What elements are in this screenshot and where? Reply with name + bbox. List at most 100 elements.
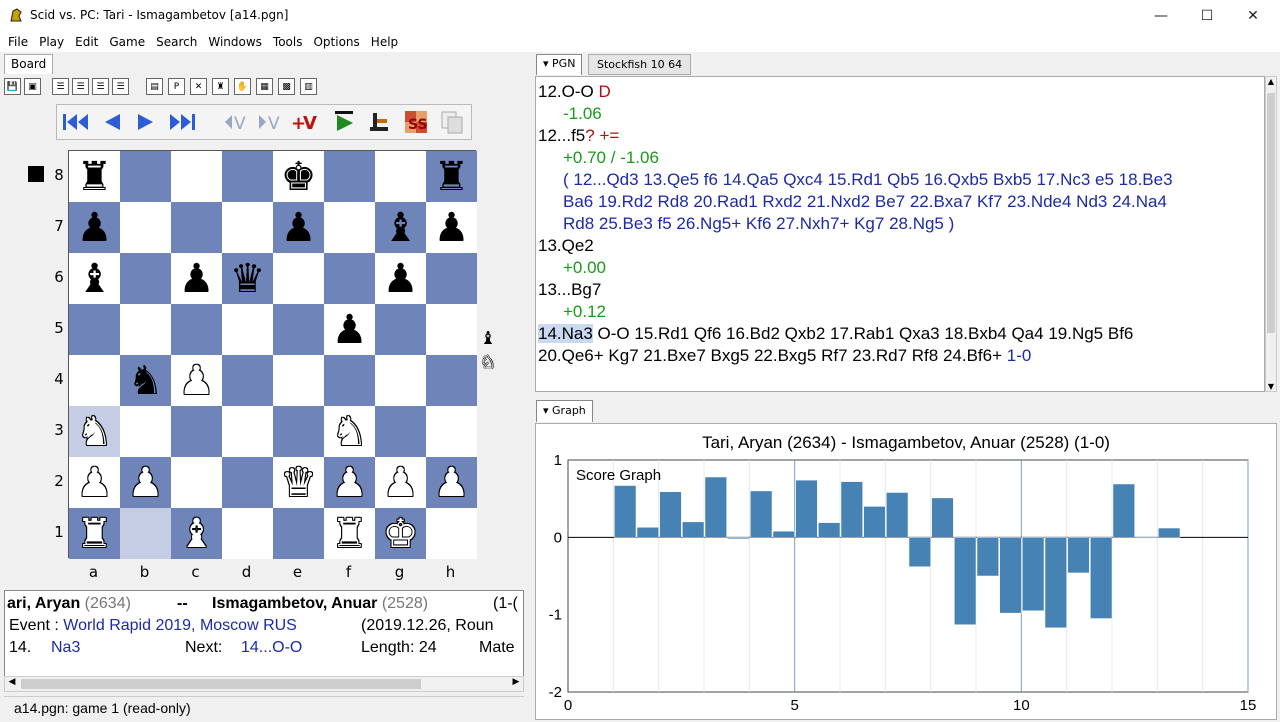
board-tab[interactable]: Board bbox=[4, 54, 54, 74]
pgn-line[interactable]: +0.12 bbox=[563, 301, 606, 323]
pgn-line[interactable]: +0.70 / -1.06 bbox=[563, 147, 659, 169]
square-c2[interactable] bbox=[171, 457, 222, 508]
copy-icon[interactable] bbox=[437, 108, 467, 136]
square-h8[interactable]: ♜ bbox=[426, 151, 477, 202]
menu-options[interactable]: Options bbox=[313, 35, 359, 49]
pgn-text-panel[interactable]: 12.O-O D -1.06 12...f5? += +0.70 / -1.06( 1… bbox=[535, 76, 1265, 392]
black-pawn-icon[interactable]: ♟ bbox=[383, 259, 419, 299]
menu-file[interactable]: File bbox=[8, 35, 28, 49]
square-b4[interactable]: ♞ bbox=[120, 355, 171, 406]
minimize-button[interactable]: — bbox=[1138, 0, 1184, 31]
pgn-scroll-thumb[interactable] bbox=[1267, 93, 1275, 333]
pgn-line[interactable]: +0.00 bbox=[563, 257, 606, 279]
square-f4[interactable] bbox=[324, 355, 375, 406]
square-g7[interactable]: ♝ bbox=[375, 202, 426, 253]
white-player-name[interactable]: ari, Aryan bbox=[7, 595, 80, 612]
white-rook-icon[interactable]: ♜ bbox=[77, 514, 113, 554]
square-b6[interactable] bbox=[120, 253, 171, 304]
white-pawn-icon[interactable]: ♟ bbox=[179, 361, 215, 401]
white-pawn-icon[interactable]: ♟ bbox=[434, 463, 470, 503]
add-variation-icon[interactable]: + V bbox=[289, 108, 323, 136]
square-f6[interactable] bbox=[324, 253, 375, 304]
tree3-icon[interactable]: ☰ bbox=[92, 78, 109, 95]
square-f2[interactable]: ♟ bbox=[324, 457, 375, 508]
square-h6[interactable] bbox=[426, 253, 477, 304]
menu-edit[interactable]: Edit bbox=[75, 35, 98, 49]
white-knight-icon[interactable]: ♞ bbox=[77, 412, 113, 452]
menu-search[interactable]: Search bbox=[156, 35, 197, 49]
square-a2[interactable]: ♟ bbox=[69, 457, 120, 508]
chess-engine-icon[interactable]: SS bbox=[401, 108, 431, 136]
square-e5[interactable] bbox=[273, 304, 324, 355]
square-h4[interactable] bbox=[426, 355, 477, 406]
black-pawn-icon[interactable]: ♟ bbox=[179, 259, 215, 299]
pgn-line[interactable]: 14.Na3 O-O 15.Rd1 Qf6 16.Bd2 Qxb2 17.Rab… bbox=[538, 323, 1133, 345]
square-e3[interactable] bbox=[273, 406, 324, 457]
autoplay-icon[interactable] bbox=[329, 108, 359, 136]
scroll-up-icon[interactable]: ▲ bbox=[1266, 77, 1276, 86]
info-scrollbar[interactable]: ◀ ▶ bbox=[4, 676, 524, 692]
pgn-line[interactable]: ( 12...Qd3 13.Qe5 f6 14.Qa5 Qxc4 15.Rd1 … bbox=[563, 169, 1173, 191]
square-g2[interactable]: ♟ bbox=[375, 457, 426, 508]
menu-game[interactable]: Game bbox=[109, 35, 145, 49]
score-graph-chart[interactable]: Tari, Aryan (2634) - Ismagambetov, Anuar… bbox=[536, 424, 1276, 719]
white-knight-icon[interactable]: ♞ bbox=[332, 412, 368, 452]
forward-icon[interactable] bbox=[131, 108, 161, 136]
chart-icon[interactable]: ▩ bbox=[278, 78, 295, 95]
last-move-icon[interactable] bbox=[165, 108, 199, 136]
black-king-icon[interactable]: ♚ bbox=[281, 157, 317, 197]
square-c8[interactable] bbox=[171, 151, 222, 202]
black-player-name[interactable]: Ismagambetov, Anuar bbox=[212, 595, 377, 612]
square-a3[interactable]: ♞ bbox=[69, 406, 120, 457]
black-rook-icon[interactable]: ♜ bbox=[77, 157, 113, 197]
menu-play[interactable]: Play bbox=[39, 35, 64, 49]
square-a1[interactable]: ♜ bbox=[69, 508, 120, 559]
square-g1[interactable]: ♚ bbox=[375, 508, 426, 559]
tab-graph[interactable]: ▾ Graph bbox=[536, 400, 593, 422]
menu-windows[interactable]: Windows bbox=[208, 35, 262, 49]
pgn-line[interactable]: 13.Qe2 bbox=[538, 235, 594, 257]
tab-stockfish[interactable]: Stockfish 10 64 bbox=[588, 54, 692, 75]
first-move-icon[interactable] bbox=[59, 108, 93, 136]
event-value[interactable]: World Rapid 2019, Moscow RUS bbox=[63, 617, 297, 634]
white-pawn-icon[interactable]: ♟ bbox=[128, 463, 164, 503]
pgn-line[interactable]: -1.06 bbox=[563, 103, 602, 125]
square-d7[interactable] bbox=[222, 202, 273, 253]
square-b7[interactable] bbox=[120, 202, 171, 253]
scroll-left-icon[interactable]: ◀ bbox=[5, 677, 19, 691]
black-pawn-icon[interactable]: ♟ bbox=[281, 208, 317, 248]
square-f1[interactable]: ♜ bbox=[324, 508, 375, 559]
tree4-icon[interactable]: ☰ bbox=[112, 78, 129, 95]
square-e8[interactable]: ♚ bbox=[273, 151, 324, 202]
square-c1[interactable]: ♝ bbox=[171, 508, 222, 559]
square-f7[interactable] bbox=[324, 202, 375, 253]
square-g5[interactable] bbox=[375, 304, 426, 355]
current-move[interactable]: Na3 bbox=[51, 639, 80, 656]
square-a6[interactable]: ♝ bbox=[69, 253, 120, 304]
pgn-icon[interactable]: P bbox=[168, 78, 185, 95]
square-b5[interactable] bbox=[120, 304, 171, 355]
pgn-line[interactable]: 13...Bg7 bbox=[538, 279, 601, 301]
square-g3[interactable] bbox=[375, 406, 426, 457]
square-f5[interactable]: ♟ bbox=[324, 304, 375, 355]
square-c3[interactable] bbox=[171, 406, 222, 457]
tab-pgn[interactable]: ▾ PGN bbox=[536, 54, 583, 75]
white-bishop-icon[interactable]: ♝ bbox=[179, 514, 215, 554]
square-d8[interactable] bbox=[222, 151, 273, 202]
board-icon[interactable]: ▥ bbox=[300, 78, 317, 95]
square-c7[interactable] bbox=[171, 202, 222, 253]
square-d3[interactable] bbox=[222, 406, 273, 457]
white-queen-icon[interactable]: ♛ bbox=[281, 463, 317, 503]
square-a4[interactable] bbox=[69, 355, 120, 406]
square-h3[interactable] bbox=[426, 406, 477, 457]
square-c6[interactable]: ♟ bbox=[171, 253, 222, 304]
black-pawn-icon[interactable]: ♟ bbox=[77, 208, 113, 248]
white-king-icon[interactable]: ♚ bbox=[383, 514, 419, 554]
square-h2[interactable]: ♟ bbox=[426, 457, 477, 508]
square-b8[interactable] bbox=[120, 151, 171, 202]
hand-icon[interactable]: ✋ bbox=[234, 78, 251, 95]
close-button[interactable]: ✕ bbox=[1230, 0, 1276, 31]
menu-tools[interactable]: Tools bbox=[273, 35, 303, 49]
black-knight-icon[interactable]: ♞ bbox=[128, 361, 164, 401]
black-rook-icon[interactable]: ♜ bbox=[434, 157, 470, 197]
